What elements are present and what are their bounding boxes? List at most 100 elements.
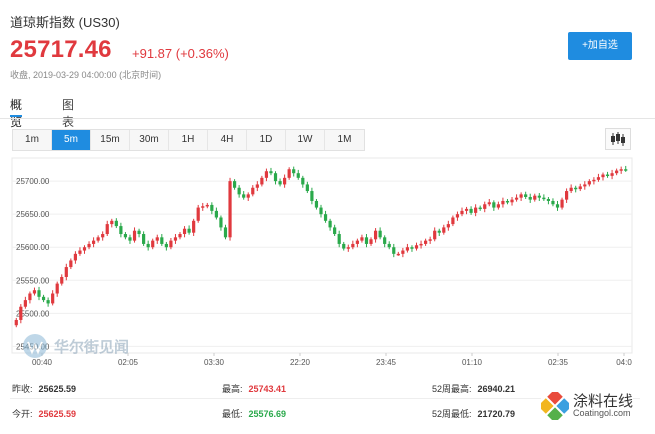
x-tick-label: 04:0 (616, 358, 632, 367)
stat-52w-low: 52周最低: 21720.79 (432, 409, 516, 419)
candle-body (228, 181, 232, 238)
candle-body (55, 283, 59, 294)
price-change: +91.87 (+0.36%) (132, 46, 229, 61)
candle-body (28, 293, 32, 301)
candle-body (323, 214, 328, 221)
candle-body (223, 227, 228, 238)
candle-body (446, 224, 450, 228)
tab-chart[interactable]: 图表 (62, 96, 74, 130)
candle-body (546, 198, 551, 201)
candle-body (451, 217, 455, 225)
candle-body (528, 197, 532, 200)
candle-body (110, 220, 114, 225)
candle-body (278, 181, 282, 185)
candle-body (142, 234, 146, 244)
candle-body (255, 184, 259, 188)
candle-body (46, 300, 50, 304)
candle-body (487, 202, 491, 205)
add-watchlist-button[interactable]: +加自选 (568, 32, 632, 60)
candle-body (337, 234, 341, 244)
candle-body (519, 194, 523, 198)
candlestick-icon (611, 132, 625, 146)
candle-body (619, 169, 623, 171)
last-price: 25717.46 (10, 36, 112, 63)
y-tick-label: 25650.00 (16, 210, 50, 219)
candle-body (401, 250, 405, 254)
candle-body (173, 237, 178, 241)
candle-body (87, 243, 91, 248)
candle-body (469, 208, 473, 213)
x-tick-label: 23:45 (376, 358, 397, 367)
candle-body (14, 319, 18, 326)
candle-body (287, 169, 291, 178)
candle-body (78, 250, 82, 254)
x-tick-label: 01:10 (462, 358, 483, 367)
candle-body (73, 253, 77, 261)
y-tick-label: 25700.00 (16, 177, 50, 186)
candle-body (537, 195, 541, 198)
candle-body (583, 184, 587, 187)
coatingol-name: 涂料在线 (573, 392, 634, 410)
period-1h[interactable]: 1H (169, 130, 208, 150)
candle-body (60, 276, 64, 284)
wallstreetcn-text: 华尔街见闻 (54, 337, 130, 356)
candle-body (164, 243, 168, 248)
y-tick-label: 25550.00 (16, 276, 50, 285)
candle-body (178, 234, 182, 238)
coatingol-watermark: 涂料在线 Coatingol.com (541, 392, 634, 420)
period-selector: 1m 5m 15m 30m 1H 4H 1D 1W 1M (12, 129, 365, 151)
candle-body (474, 207, 478, 213)
candle-body (305, 184, 309, 192)
candle-body (410, 247, 414, 249)
chart-type-button[interactable] (605, 128, 631, 150)
period-5m[interactable]: 5m (52, 130, 91, 150)
candle-body (624, 169, 628, 171)
period-1m[interactable]: 1m (13, 130, 52, 150)
candle-body (601, 174, 605, 178)
candle-body (442, 227, 446, 233)
candle-body (605, 174, 610, 177)
candle-body (578, 186, 582, 190)
period-15m[interactable]: 15m (91, 130, 130, 150)
candle-body (460, 210, 464, 215)
candle-body (419, 243, 423, 246)
candle-body (587, 181, 591, 185)
candle-body (510, 199, 514, 203)
candle-body (387, 243, 391, 248)
period-1mo[interactable]: 1M (325, 130, 364, 150)
candle-body (292, 169, 296, 174)
candle-body (478, 207, 482, 210)
candle-body (283, 177, 287, 185)
period-4h[interactable]: 4H (208, 130, 247, 150)
stat-open: 今开: 25625.59 (12, 409, 77, 419)
stat-prev-close: 昨收: 25625.59 (12, 384, 77, 394)
period-30m[interactable]: 30m (130, 130, 169, 150)
candle-body (41, 296, 46, 301)
period-1d[interactable]: 1D (247, 130, 286, 150)
candle-body (105, 224, 109, 235)
candle-body (483, 204, 487, 209)
candle-body (555, 204, 560, 208)
coatingol-url: Coatingol.com (573, 408, 631, 418)
candle-body (51, 293, 55, 304)
candle-body (232, 181, 237, 188)
candle-body (551, 200, 555, 205)
candle-body (273, 173, 278, 182)
candle-body (596, 177, 601, 180)
candle-body (346, 247, 350, 249)
x-tick-label: 22:20 (290, 358, 311, 367)
period-1w[interactable]: 1W (286, 130, 325, 150)
candle-body (310, 191, 314, 201)
candle-body (383, 237, 387, 244)
wallstreetcn-logo-icon (23, 334, 47, 358)
candle-body (242, 194, 246, 198)
candle-body (151, 240, 155, 248)
stat-high: 最高: 25743.41 (222, 384, 287, 394)
candle-body (328, 220, 332, 228)
candle-body (505, 200, 510, 203)
tab-overview[interactable]: 概览 (10, 96, 23, 130)
candle-body (269, 171, 273, 174)
candle-body (610, 173, 614, 176)
candle-body (205, 204, 209, 207)
stat-52w-high: 52周最高: 26940.21 (432, 384, 516, 394)
